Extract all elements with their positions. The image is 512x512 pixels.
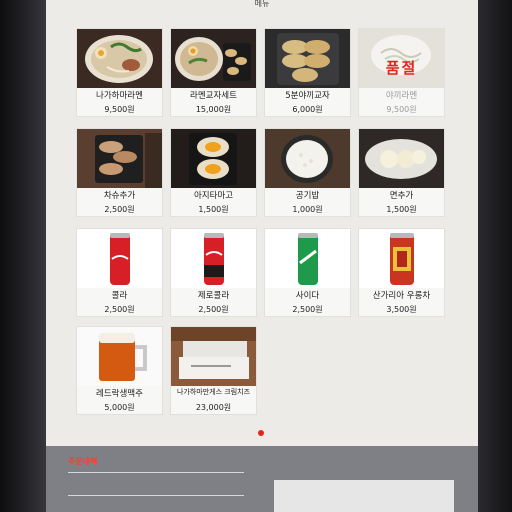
menu-item-price: 5,000원 <box>104 403 135 412</box>
chilsung-cider-can-image <box>265 229 350 288</box>
page-indicator-dot[interactable] <box>258 430 264 436</box>
chashu-pork-image <box>77 129 162 188</box>
menu-item-noodle-add[interactable]: 면추가 1,500원 <box>358 128 445 217</box>
ramen-bowl-image <box>77 29 162 88</box>
menu-item-name: 사이다 <box>295 291 320 301</box>
menu-item-price: 2,500원 <box>104 205 135 214</box>
zero-cola-can-image <box>171 229 256 288</box>
menu-item-cider[interactable]: 사이다 2,500원 <box>264 228 351 317</box>
divider <box>68 495 244 496</box>
device-bezel-right <box>478 0 512 512</box>
menu-item-price: 23,000원 <box>195 403 232 412</box>
menu-item-rice[interactable]: 공기밥 1,000원 <box>264 128 351 217</box>
menu-item-price: 15,000원 <box>195 105 232 114</box>
menu-item-price: 2,500원 <box>104 305 135 314</box>
menu-item-name: 산가리아 우롱차 <box>372 291 431 301</box>
menu-item-name: 콜라 <box>111 291 128 301</box>
menu-item-nagahama-ramen[interactable]: 나가하마라멘 9,500원 <box>76 28 163 117</box>
divider <box>68 472 244 473</box>
kiosk-screen: 메뉴 나가하마라멘 9,500원 라멘교자세트 15,000원 5분야끼교자 6… <box>46 0 478 512</box>
menu-item-yaki-ramen[interactable]: 품절 야끼라멘 9,500원 <box>358 28 445 117</box>
menu-item-name: 나가하마라멘 <box>96 91 143 101</box>
order-action-panel[interactable] <box>274 480 454 512</box>
menu-item-name: 면추가 <box>389 191 414 201</box>
rice-bowl-image <box>265 129 350 188</box>
menu-item-price: 2,500원 <box>292 305 323 314</box>
menu-item-price: 1,000원 <box>292 205 323 214</box>
menu-item-ajitama-egg[interactable]: 아지타마고 1,500원 <box>170 128 257 217</box>
menu-item-draft-beer[interactable]: 레드락생맥주 5,000원 <box>76 326 163 415</box>
menu-item-oolong-tea[interactable]: 산가리아 우롱차 3,500원 <box>358 228 445 317</box>
menu-item-price: 2,500원 <box>198 305 229 314</box>
menu-item-name: 공기밥 <box>295 191 320 201</box>
order-summary-title: 주문내역 <box>68 457 98 466</box>
noodle-balls-image <box>359 129 444 188</box>
device-bezel-left <box>0 0 48 512</box>
sold-out-badge: 품절 <box>385 59 418 77</box>
menu-item-name: 5분야끼교자 <box>285 91 330 101</box>
coca-cola-can-image <box>77 229 162 288</box>
menu-item-name: 제로콜라 <box>197 291 230 301</box>
oolong-tea-can-image <box>359 229 444 288</box>
gyoza-plate-image <box>265 29 350 88</box>
menu-item-name: 차슈추가 <box>103 191 136 201</box>
menu-item-name: 라멘교자세트 <box>190 91 237 101</box>
menu-item-price: 1,500원 <box>386 205 417 214</box>
menu-item-price: 9,500원 <box>386 105 417 114</box>
menu-item-cream-cheese[interactable]: 나가하마만게스 크림치즈 23,000원 <box>170 326 257 415</box>
menu-item-price: 3,500원 <box>386 305 417 314</box>
order-summary-panel: 주문내역 <box>46 446 478 512</box>
menu-item-price: 1,500원 <box>198 205 229 214</box>
menu-item-ramen-gyoza-set[interactable]: 라멘교자세트 15,000원 <box>170 28 257 117</box>
ramen-gyoza-set-image <box>171 29 256 88</box>
ajitama-egg-image <box>171 129 256 188</box>
menu-item-cola[interactable]: 콜라 2,500원 <box>76 228 163 317</box>
menu-item-name: 나가하마만게스 크림치즈 <box>176 388 251 396</box>
draft-beer-mug-image <box>77 327 162 386</box>
menu-item-name: 야끼라멘 <box>385 91 418 101</box>
menu-grid: 나가하마라멘 9,500원 라멘교자세트 15,000원 5분야끼교자 6,00… <box>46 0 478 430</box>
menu-item-price: 9,500원 <box>104 105 135 114</box>
menu-item-chashu-add[interactable]: 차슈추가 2,500원 <box>76 128 163 217</box>
cream-cheese-box-image <box>171 327 256 386</box>
menu-item-name: 레드락생맥주 <box>96 389 143 399</box>
menu-item-name: 아지타마고 <box>193 191 234 201</box>
menu-item-zero-cola[interactable]: 제로콜라 2,500원 <box>170 228 257 317</box>
menu-item-price: 6,000원 <box>292 105 323 114</box>
menu-item-yaki-gyoza[interactable]: 5분야끼교자 6,000원 <box>264 28 351 117</box>
